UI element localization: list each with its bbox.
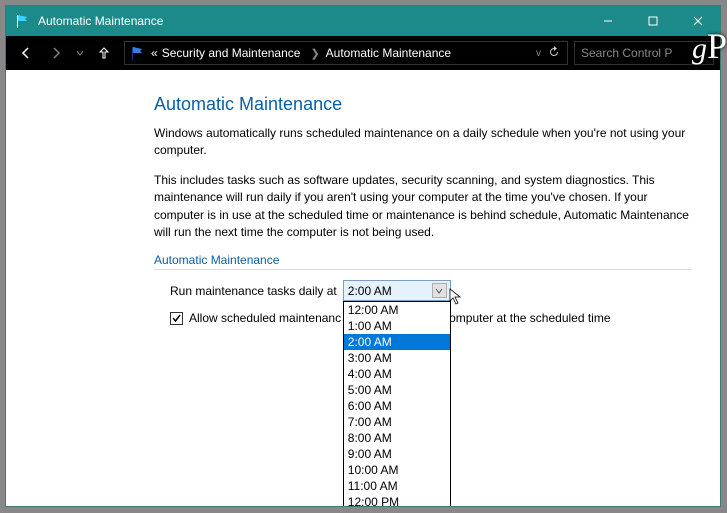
time-option[interactable]: 2:00 AM	[344, 334, 450, 350]
checkbox-label-part2: omputer at the scheduled time	[449, 311, 610, 325]
window-frame: Automatic Maintenance « Security and Mai…	[5, 5, 721, 507]
time-dropdown-list[interactable]: 12:00 AM1:00 AM2:00 AM3:00 AM4:00 AM5:00…	[343, 301, 451, 506]
window-title: Automatic Maintenance	[38, 14, 585, 28]
run-tasks-label: Run maintenance tasks daily at	[170, 284, 337, 298]
minimize-button[interactable]	[585, 6, 630, 36]
time-option[interactable]: 8:00 AM	[344, 430, 450, 446]
refresh-icon[interactable]	[545, 46, 563, 61]
control-panel-flag-icon	[129, 45, 145, 61]
time-option[interactable]: 11:00 AM	[344, 478, 450, 494]
time-combobox[interactable]: 2:00 AM	[343, 280, 451, 301]
time-option[interactable]: 5:00 AM	[344, 382, 450, 398]
section-divider	[154, 269, 692, 270]
address-bar[interactable]: « Security and Maintenance ❯ Automatic M…	[124, 41, 568, 65]
chevron-right-icon: ❯	[310, 47, 319, 60]
time-option[interactable]: 10:00 AM	[344, 462, 450, 478]
titlebar[interactable]: Automatic Maintenance	[6, 6, 720, 36]
time-option[interactable]: 7:00 AM	[344, 414, 450, 430]
time-option[interactable]: 12:00 PM	[344, 494, 450, 506]
content-area: Automatic Maintenance Windows automatica…	[6, 70, 720, 506]
window-buttons	[585, 6, 720, 36]
page-title: Automatic Maintenance	[154, 94, 692, 115]
time-option[interactable]: 3:00 AM	[344, 350, 450, 366]
combobox-value: 2:00 AM	[348, 284, 392, 298]
breadcrumb-prefix: «	[151, 46, 158, 60]
address-dropdown-icon[interactable]: v	[536, 48, 541, 59]
breadcrumb-automatic-maintenance[interactable]: Automatic Maintenance	[326, 46, 451, 60]
section-heading: Automatic Maintenance	[154, 253, 692, 267]
nav-back-button[interactable]	[12, 41, 40, 65]
breadcrumb-security-maintenance[interactable]: Security and Maintenance	[162, 46, 301, 60]
schedule-row: Run maintenance tasks daily at 2:00 AM	[170, 280, 692, 301]
search-placeholder: Search Control P	[581, 46, 672, 60]
nav-forward-button[interactable]	[42, 41, 70, 65]
time-option[interactable]: 9:00 AM	[344, 446, 450, 462]
description-paragraph-2: This includes tasks such as software upd…	[154, 172, 692, 242]
control-panel-flag-icon	[14, 13, 30, 29]
time-option[interactable]: 1:00 AM	[344, 318, 450, 334]
maximize-button[interactable]	[630, 6, 675, 36]
checkbox-label-part1: Allow scheduled maintenanc	[189, 311, 341, 325]
search-input[interactable]: Search Control P	[574, 41, 714, 65]
time-option[interactable]: 12:00 AM	[344, 302, 450, 318]
description-paragraph-1: Windows automatically runs scheduled mai…	[154, 125, 692, 160]
time-option[interactable]: 6:00 AM	[344, 398, 450, 414]
close-button[interactable]	[675, 6, 720, 36]
time-option[interactable]: 4:00 AM	[344, 366, 450, 382]
navigation-bar: « Security and Maintenance ❯ Automatic M…	[6, 36, 720, 70]
nav-up-button[interactable]	[90, 41, 118, 65]
wake-checkbox[interactable]	[170, 312, 183, 325]
chevron-down-icon[interactable]	[432, 283, 447, 298]
mouse-cursor-icon	[449, 288, 467, 306]
nav-history-dropdown[interactable]	[72, 41, 88, 65]
